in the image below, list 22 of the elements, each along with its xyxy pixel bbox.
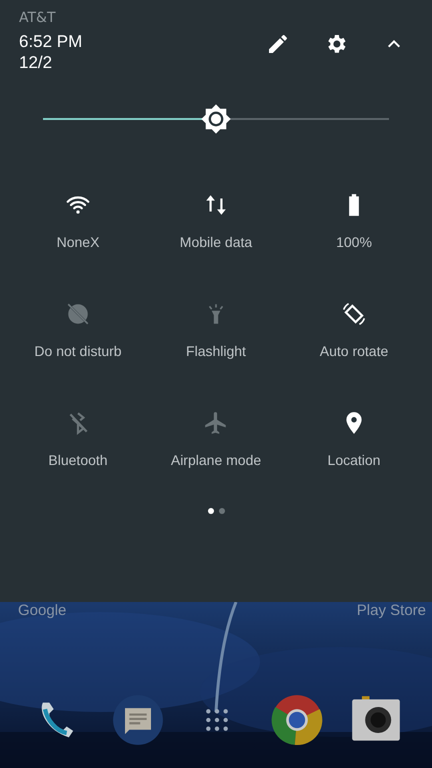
date-label: 12/2	[19, 52, 54, 73]
edit-icon[interactable]	[266, 32, 290, 56]
airplane-icon[interactable]	[203, 410, 229, 436]
messages-icon[interactable]	[112, 694, 164, 746]
browser-icon[interactable]	[270, 694, 322, 746]
tile-label[interactable]: Bluetooth	[48, 452, 108, 468]
tile-label[interactable]: Airplane mode	[170, 452, 262, 468]
tile-label[interactable]: Mobile data	[180, 234, 252, 250]
rotate-icon[interactable]	[341, 301, 367, 327]
carrier-label: AT&T	[19, 9, 57, 27]
tile-label[interactable]: Flashlight	[186, 343, 246, 359]
tile-label[interactable]: Auto rotate	[320, 343, 388, 359]
brightness-slider[interactable]	[43, 103, 389, 135]
time-label: 6:52 PM	[19, 31, 82, 52]
app-shortcut-label[interactable]: Play Store	[356, 602, 426, 619]
tile-label[interactable]: Do not disturb	[34, 343, 122, 359]
app-shortcut-label[interactable]: Google	[18, 602, 66, 619]
do-not-disturb-icon[interactable]	[65, 301, 91, 327]
tile-label[interactable]: Location	[328, 452, 380, 468]
brightness-thumb[interactable]	[200, 103, 232, 135]
tile-label[interactable]: 100%	[336, 234, 372, 250]
tile-label[interactable]: NoneX	[56, 234, 100, 250]
